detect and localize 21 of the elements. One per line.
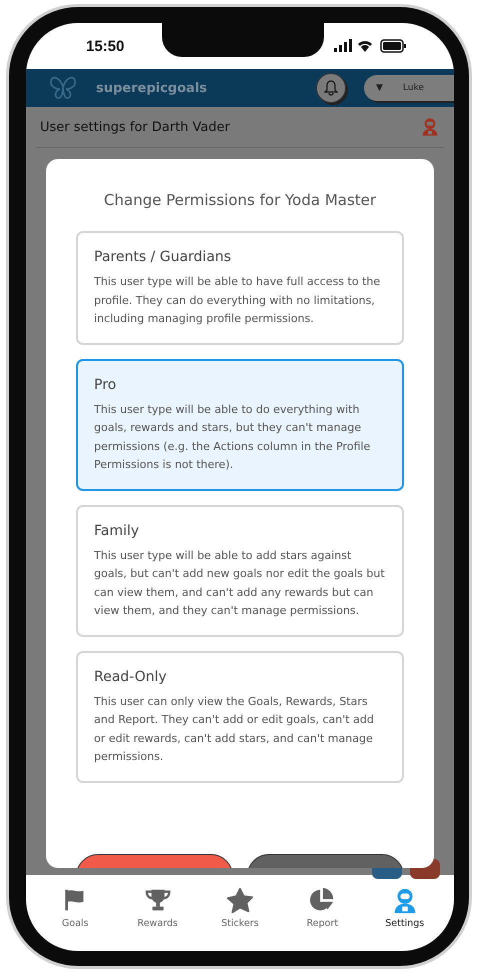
user-menu[interactable]: ▼ Luke xyxy=(364,75,454,101)
permission-option[interactable]: Family This user type will be able to add stars against goals, but can't add new goals nor edit the goals but can view them, and can't add any rewards but can view them, and they can't manage permissions. xyxy=(76,504,404,636)
nav-tab[interactable]: Stickers xyxy=(204,887,275,929)
page-title: User settings for Darth Vader xyxy=(40,120,230,134)
permission-option[interactable]: Pro This user type will be able to do everything with goals, rewards and stars, but they can't manage permissions (e.g. the Actions column in the Profile Permissions is not there). xyxy=(76,358,404,490)
signal-icon xyxy=(334,39,352,52)
dialog-title: Change Permissions for Yoda Master xyxy=(102,191,378,209)
wifi-icon xyxy=(358,41,372,52)
status-time: 15:50 xyxy=(86,38,124,54)
star-icon xyxy=(226,887,254,915)
bell-icon xyxy=(324,80,338,96)
robot-icon xyxy=(420,117,440,137)
notification-button[interactable] xyxy=(316,73,346,103)
app-name: superepicgoals xyxy=(96,80,208,96)
nav-tab[interactable]: Rewards xyxy=(122,887,193,929)
battery-icon xyxy=(380,39,406,53)
nav-tab[interactable]: Settings xyxy=(370,887,440,929)
permission-option[interactable]: Read-Only This user can only view the Goals, Rewards, Stars and Report. They can't add or edit goals, can't add or edit rewards, can't add stars, and can't manage permissions. xyxy=(76,650,404,782)
nav-tab[interactable]: Goals xyxy=(40,887,110,929)
permission-option[interactable]: Parents / Guardians This user type will be able to have full access to the profile. They can do everything with no limitations, including managing profile permissions. xyxy=(76,231,404,344)
nav-tab[interactable]: Report xyxy=(287,887,358,929)
